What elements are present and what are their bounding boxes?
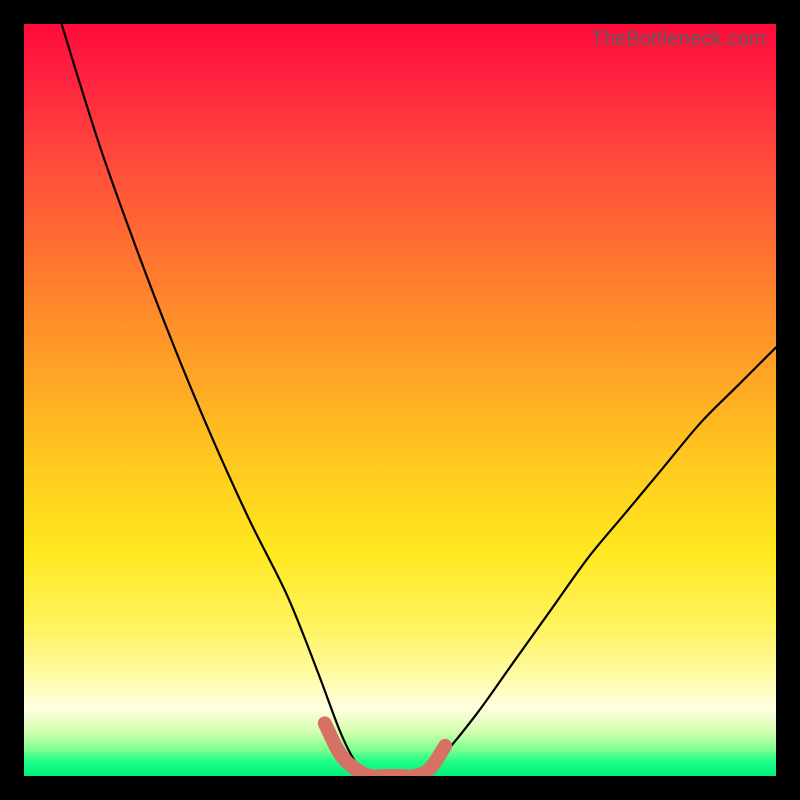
chart-frame: TheBottleneck.com (0, 0, 800, 800)
bottleneck-curve-path (62, 24, 776, 776)
plot-area: TheBottleneck.com (24, 24, 776, 776)
valley-highlight-path (325, 723, 445, 776)
curve-layer (24, 24, 776, 776)
